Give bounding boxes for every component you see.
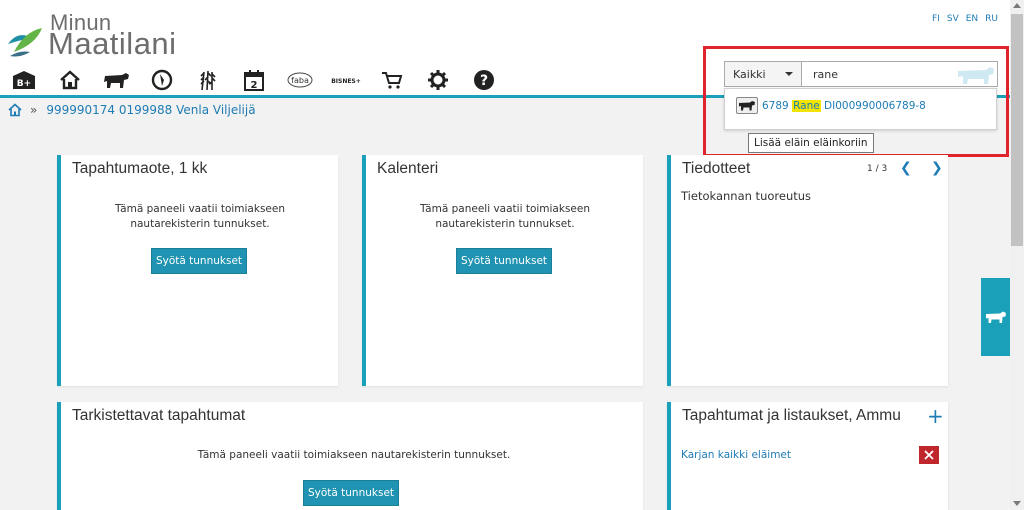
logo-leaf-icon	[8, 28, 42, 57]
gear-icon	[427, 70, 448, 90]
add-to-basket-tooltip: Lisää eläin eläinkoriin	[748, 133, 874, 153]
panel-message: Tämä paneeli vaatii toimiakseen nautarek…	[197, 449, 511, 461]
language-switcher: FI SV EN RU	[932, 14, 998, 24]
list-link[interactable]: Karjan kaikki eläimet	[681, 449, 791, 461]
news-content-area	[671, 201, 948, 371]
panel-tiedotteet: Tiedotteet 1 / 3 ❮ ❯ Tietokannan tuoreut…	[667, 155, 948, 386]
breadcrumb-separator: »	[30, 103, 38, 117]
search-category-select[interactable]: Kaikki	[724, 61, 802, 87]
cow-icon	[103, 73, 129, 88]
lang-ru[interactable]: RU	[985, 14, 998, 24]
scroll-up-icon[interactable]	[1013, 3, 1021, 8]
compass-button[interactable]	[144, 67, 179, 93]
logo[interactable]: Minun Maatilani	[6, 8, 196, 61]
panel-tarkistettavat: Tarkistettavat tapahtumat Tämä paneeli v…	[57, 402, 643, 510]
lang-fi[interactable]: FI	[932, 14, 940, 24]
panel-message: Tämä paneeli vaatii toimiakseen nautarek…	[419, 203, 590, 230]
add-list-icon[interactable]: +	[927, 404, 944, 428]
compass-icon	[151, 69, 172, 91]
main-toolbar: B+ 2 faba BISNES+ ?	[6, 67, 512, 93]
delete-list-button[interactable]	[919, 446, 939, 464]
animal-basket-tab[interactable]	[981, 278, 1010, 356]
home-icon	[59, 70, 80, 90]
help-icon: ?	[473, 70, 494, 90]
cow-watermark-icon	[958, 67, 994, 84]
news-item-title[interactable]: Tietokannan tuoreutus	[681, 189, 811, 203]
search-results-dropdown: 6789 Rane DI000990006789-8	[724, 88, 997, 130]
svg-text:?: ?	[479, 73, 487, 89]
enter-credentials-button[interactable]: Syötä tunnukset	[151, 248, 247, 274]
logo-text-maatilani: Maatilani	[48, 26, 177, 61]
cart-icon	[381, 72, 402, 89]
lang-sv[interactable]: SV	[947, 14, 959, 24]
crops-button[interactable]	[190, 67, 225, 93]
breadcrumb: » 999990174 0199988 Venla Viljelijä	[8, 103, 256, 117]
result-animal-name: Rane	[792, 99, 821, 112]
lang-en[interactable]: EN	[966, 14, 978, 24]
chevron-right-icon[interactable]: ❯	[931, 160, 943, 176]
add-to-basket-button[interactable]	[736, 97, 758, 114]
chevron-left-icon[interactable]: ❮	[900, 160, 912, 176]
bisnes-button[interactable]: BISNES+	[328, 67, 363, 93]
panel-kalenteri: Kalenteri Tämä paneeli vaatii toimiaksee…	[362, 155, 643, 386]
panel-title: Tarkistettavat tapahtumat	[72, 407, 246, 424]
bisnes-logo: BISNES+	[331, 78, 361, 85]
faba-logo: faba	[287, 72, 312, 88]
home-breadcrumb-icon[interactable]	[8, 103, 22, 117]
panel-title: Kalenteri	[377, 160, 439, 177]
enter-credentials-button[interactable]: Syötä tunnukset	[456, 248, 552, 274]
help-button[interactable]: ?	[466, 67, 501, 93]
search-result-item[interactable]: 6789 Rane DI000990006789-8	[736, 97, 926, 114]
svg-text:2: 2	[250, 80, 257, 91]
panel-tapahtumaote: Tapahtumaote, 1 kk Tämä paneeli vaatii t…	[57, 155, 338, 386]
panel-title: Tiedotteet	[682, 160, 751, 177]
calendar-button[interactable]: 2	[236, 67, 271, 93]
chevron-down-icon	[785, 72, 793, 76]
scroll-down-icon[interactable]	[1013, 501, 1021, 506]
panel-title: Tapahtumat ja listaukset, Ammu	[682, 407, 901, 424]
calendar-icon: 2	[243, 70, 264, 91]
cattle-button[interactable]	[98, 67, 133, 93]
enter-credentials-button[interactable]: Syötä tunnukset	[303, 480, 399, 506]
svg-text:BISNES+: BISNES+	[331, 78, 361, 85]
panel-title: Tapahtumaote, 1 kk	[72, 160, 208, 177]
cow-icon	[985, 311, 1006, 323]
cart-button[interactable]	[374, 67, 409, 93]
panel-message: Tämä paneeli vaatii toimiakseen nautarek…	[114, 203, 285, 230]
svg-text:B+: B+	[16, 79, 30, 89]
wheat-icon	[199, 70, 216, 91]
panel-tapahtumat-listaukset: Tapahtumat ja listaukset, Ammu + Karjan …	[667, 402, 948, 510]
result-animal-number: 6789	[762, 99, 789, 112]
b-plus-button[interactable]: B+	[6, 67, 41, 93]
b-plus-icon: B+	[12, 71, 35, 89]
svg-text:faba: faba	[291, 76, 309, 85]
search-category-value: Kaikki	[733, 67, 766, 81]
close-icon	[924, 450, 934, 460]
home-button[interactable]	[52, 67, 87, 93]
breadcrumb-farm-link[interactable]: 999990174 0199988 Venla Viljelijä	[46, 103, 255, 117]
faba-button[interactable]: faba	[282, 67, 317, 93]
cow-icon	[739, 101, 755, 111]
scrollbar-thumb[interactable]	[1011, 14, 1023, 246]
news-pager: 1 / 3	[867, 164, 888, 174]
settings-button[interactable]	[420, 67, 455, 93]
result-animal-id: DI000990006789-8	[824, 99, 926, 112]
